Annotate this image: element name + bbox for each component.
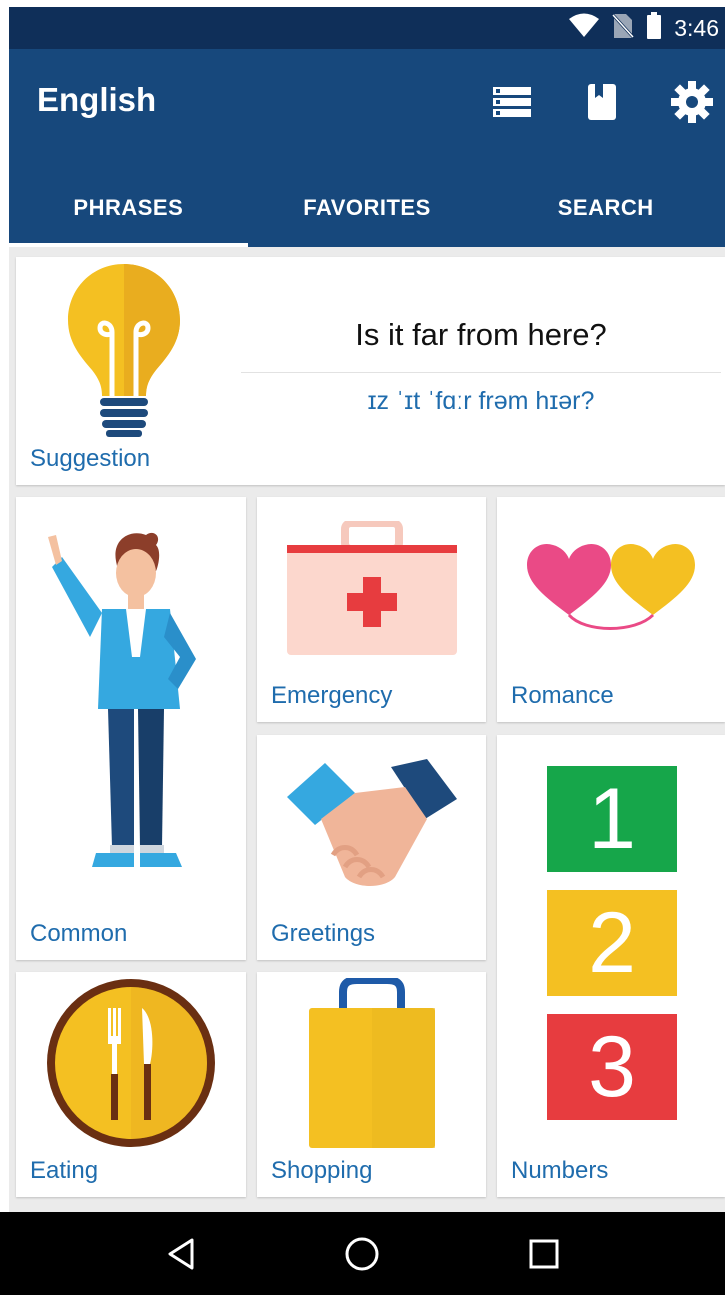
phonetic-transcription: ɪz ˈɪt ˈfɑːr frəm hɪər? — [367, 387, 595, 415]
list-button[interactable] — [487, 77, 537, 127]
book-icon — [588, 84, 616, 120]
book-button[interactable] — [577, 77, 627, 127]
category-card-common[interactable]: Common — [16, 497, 246, 960]
man-icon — [48, 532, 196, 867]
category-label-romance: Romance — [511, 682, 614, 709]
app-title: English — [37, 81, 157, 118]
category-card-numbers[interactable]: 1 2 3 Numbers — [497, 735, 725, 1197]
category-card-eating[interactable]: Eating — [16, 972, 246, 1197]
category-card-greetings[interactable]: Greetings — [257, 735, 486, 960]
tab-favorites[interactable]: FAVORITES — [248, 169, 487, 247]
category-label-numbers: Numbers — [511, 1157, 609, 1184]
home-icon — [345, 1237, 379, 1270]
suggestion-label: Suggestion — [30, 445, 151, 472]
number-tile-1: 1 — [547, 766, 677, 872]
system-nav-bar — [0, 1212, 725, 1295]
gear-icon — [671, 81, 713, 123]
suggestion-card[interactable]: Suggestion Is it far from here? ɪz ˈɪt ˈ… — [16, 257, 725, 485]
content-area: Suggestion Is it far from here? ɪz ˈɪt ˈ… — [9, 247, 725, 1212]
category-card-romance[interactable]: Romance — [497, 497, 725, 722]
tab-phrases[interactable]: PHRASES — [9, 169, 248, 247]
hearts-icon — [527, 543, 695, 630]
first-aid-kit-icon — [287, 521, 457, 655]
list-icon — [493, 87, 531, 117]
handshake-icon — [287, 759, 457, 886]
number-tile-2: 2 — [547, 890, 677, 996]
number-tile-3: 3 — [547, 1014, 677, 1120]
home-button[interactable] — [332, 1224, 392, 1284]
shopping-bag-icon — [309, 978, 435, 1148]
divider — [241, 372, 721, 373]
tab-search[interactable]: SEARCH — [486, 169, 725, 247]
recents-button[interactable] — [514, 1224, 574, 1284]
category-card-shopping[interactable]: Shopping — [257, 972, 486, 1197]
status-bar: 3:46 — [9, 7, 725, 49]
app-bar: English PHRASES FAVORITES SEARCH — [9, 49, 725, 247]
recents-icon — [529, 1239, 559, 1268]
back-button[interactable] — [151, 1224, 211, 1284]
top-edge — [0, 0, 725, 7]
lightbulb-icon — [68, 264, 180, 437]
category-label-shopping: Shopping — [271, 1157, 373, 1184]
plate-cutlery-icon — [47, 979, 215, 1147]
category-label-eating: Eating — [30, 1157, 99, 1184]
tab-bar: PHRASES FAVORITES SEARCH — [9, 169, 725, 247]
wifi-icon — [568, 13, 600, 44]
battery-icon — [646, 11, 662, 45]
left-edge — [0, 0, 9, 1212]
category-label-emergency: Emergency — [271, 682, 393, 709]
category-label-greetings: Greetings — [271, 920, 376, 947]
category-card-emergency[interactable]: Emergency — [257, 497, 486, 722]
clock: 3:46 — [674, 14, 719, 41]
settings-button[interactable] — [667, 77, 717, 127]
category-label-common: Common — [30, 920, 128, 947]
back-icon — [168, 1238, 194, 1269]
suggested-phrase: Is it far from here? — [355, 317, 607, 352]
no-sim-icon — [612, 13, 635, 44]
